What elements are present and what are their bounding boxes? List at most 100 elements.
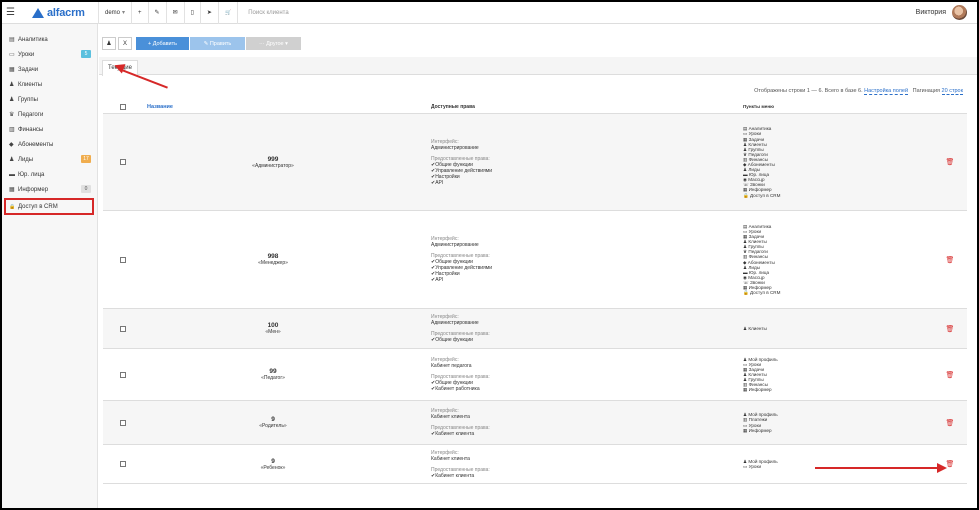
table-row[interactable]: 9 «Ребенок» Интерфейс: Кабинет клиента П…	[103, 445, 967, 484]
pagination-link[interactable]: 20 строк	[941, 88, 963, 95]
sidebar-item-label: Доступ в CRM	[18, 203, 58, 210]
right-item: ✔API	[431, 179, 444, 186]
wrench-icon[interactable]: ✎	[149, 2, 166, 24]
phone-icon[interactable]: ▯	[185, 2, 200, 24]
pagination-label: Пагинация	[912, 88, 941, 94]
role-code: 9	[271, 457, 275, 465]
rows-shown-text: Отображены строки 1 — 6. Всего в базе 6.	[754, 88, 863, 94]
sidebar-item-teachers[interactable]: ♛ Педагоги	[2, 107, 97, 122]
logo[interactable]: alfacrm	[32, 7, 98, 19]
account-switcher[interactable]: demo ▾	[99, 2, 131, 24]
right-item: ✔Общие функции	[431, 337, 473, 343]
column-header-rights: Доступные права	[431, 103, 475, 110]
sidebar-item-tasks[interactable]: ▦ Задачи	[2, 62, 97, 77]
table-body: 999 «Администратор» Интерфейс: Администр…	[103, 114, 967, 484]
sidebar-item-lessons[interactable]: ▭ Уроки 5	[2, 47, 97, 62]
right-item: ✔Кабинет клиента	[431, 431, 475, 437]
menu-item: ▦ Информер	[743, 427, 772, 433]
user-icon: ♟	[106, 41, 112, 47]
sidebar-item-label: Юр. лица	[18, 171, 45, 178]
role-name-cell: 999 «Администратор»	[143, 156, 403, 169]
right-item: ✔Кабинет работника	[431, 386, 480, 392]
column-header-name[interactable]: Название	[143, 104, 403, 110]
table-header: Название Доступные права Пункты меню	[103, 100, 967, 114]
table-row[interactable]: 9 «Родитель» Интерфейс: Кабинет клиента …	[103, 401, 967, 445]
close-button[interactable]: X	[118, 37, 132, 50]
search-input[interactable]: Поиск клиента	[238, 10, 388, 16]
finance-icon: ▥	[9, 127, 15, 133]
user-name: Виктория	[915, 9, 946, 16]
count-badge: 5	[81, 50, 91, 58]
row-checkbox[interactable]	[120, 419, 126, 426]
user-menu[interactable]: Виктория	[916, 5, 967, 20]
table-row[interactable]: 99 «Педагог» Интерфейс: Кабинет педагога…	[103, 349, 967, 401]
sidebar-item-crm-access[interactable]: 🔒 Доступ в CRM	[4, 198, 94, 215]
user-icon: ♟	[9, 82, 15, 88]
sidebar-item-label: Финансы	[18, 126, 44, 133]
user-plus-icon: ♟	[9, 157, 15, 163]
sidebar-item-analytics[interactable]: ▤ Аналитика	[2, 32, 97, 47]
avatar[interactable]	[952, 5, 967, 20]
table-row[interactable]: 999 «Администратор» Интерфейс: Администр…	[103, 114, 967, 211]
sidebar-item-leads[interactable]: ♟ Лиды 17	[2, 152, 97, 167]
right-item: ✔API	[431, 277, 444, 283]
trash-icon[interactable]: 🗑	[946, 419, 955, 427]
trash-icon[interactable]: 🗑	[946, 158, 955, 166]
more-dropdown[interactable]: ··· Другое ▾	[246, 37, 301, 50]
menu-cell: ♟ Клиенты	[743, 326, 933, 331]
sidebar-item-label: Уроки	[18, 51, 35, 58]
rights-cell: Интерфейс: Кабинет клиента Предоставленн…	[403, 450, 743, 479]
lock-icon: 🔒	[9, 203, 16, 210]
row-checkbox[interactable]	[120, 325, 126, 332]
sidebar-item-informer[interactable]: ▦ Информер 0	[2, 182, 97, 197]
sidebar-item-clients[interactable]: ♟ Клиенты	[2, 77, 97, 92]
row-checkbox[interactable]	[120, 256, 126, 263]
toolbar: ♟ X + Добавить ✎ Править ··· Другое ▾	[102, 37, 302, 50]
roles-table: Название Доступные права Пункты меню 999…	[103, 100, 967, 484]
menu-item: 🔒 Доступ в CRM	[743, 192, 781, 198]
sidebar-item-legal-entities[interactable]: ▬ Юр. лица	[2, 167, 97, 182]
account-name: demo	[105, 9, 121, 16]
add-button[interactable]: + Добавить	[136, 37, 189, 50]
user-filter-button[interactable]: ♟	[102, 37, 116, 50]
sidebar-item-subscriptions[interactable]: ◆ Абонементы	[2, 137, 97, 152]
role-code: 998	[267, 253, 279, 260]
role-name-cell: 9 «Ребенок»	[143, 458, 403, 471]
table-row[interactable]: 100 «Мен» Интерфейс: Администрирование П…	[103, 309, 967, 349]
sidebar-item-finances[interactable]: ▥ Финансы	[2, 122, 97, 137]
menu-item: 🔒 Доступ в CRM	[743, 290, 781, 296]
field-settings-link[interactable]: Настройка полей	[864, 88, 909, 95]
column-header-menu: Пункты меню	[743, 103, 775, 109]
main-content: ♟ X + Добавить ✎ Править ··· Другое ▾ Те…	[99, 24, 977, 508]
table-row[interactable]: 998 «Менеджер» Интерфейс: Администрирова…	[103, 211, 967, 309]
role-code: 99	[269, 368, 277, 375]
cart-icon[interactable]: 🛒	[219, 2, 237, 24]
trash-icon[interactable]: 🗑	[946, 371, 955, 379]
row-checkbox[interactable]	[120, 371, 126, 378]
mail-icon[interactable]: ✉	[167, 2, 184, 24]
role-title: «Администратор»	[252, 162, 294, 169]
top-bar: ☰ alfacrm demo ▾ + ✎ ✉ ▯ ➤ 🛒 Поиск клиен…	[2, 2, 977, 24]
trash-icon[interactable]: 🗑	[946, 325, 955, 333]
count-badge: 17	[81, 155, 91, 163]
role-code: 9	[271, 416, 275, 423]
annotation-arrowhead	[937, 463, 947, 473]
role-code: 100	[267, 322, 279, 329]
logo-text: alfacrm	[47, 6, 85, 19]
trash-icon[interactable]: 🗑	[946, 256, 955, 264]
menu-icon[interactable]: ☰	[6, 7, 22, 18]
sidebar-item-label: Аналитика	[18, 36, 48, 43]
role-name-cell: 998 «Менеджер»	[143, 253, 403, 266]
sidebar-item-label: Педагоги	[18, 111, 44, 118]
row-checkbox[interactable]	[120, 461, 126, 467]
send-icon[interactable]: ➤	[201, 2, 218, 24]
plus-icon[interactable]: +	[132, 2, 148, 24]
role-name-cell: 100 «Мен»	[143, 322, 403, 335]
edit-button[interactable]: ✎ Править	[190, 37, 245, 50]
role-title: «Менеджер»	[258, 260, 288, 266]
informer-icon: ▦	[9, 187, 15, 193]
sidebar-item-groups[interactable]: ♟ Группы	[2, 92, 97, 107]
count-badge: 0	[81, 185, 91, 193]
select-all-checkbox[interactable]	[120, 103, 126, 110]
row-checkbox[interactable]	[120, 159, 126, 165]
